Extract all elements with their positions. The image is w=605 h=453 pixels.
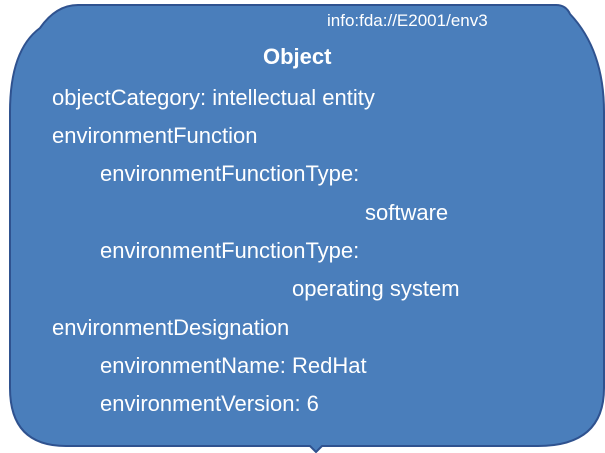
line-function-type-1-label: environmentFunctionType: [100, 161, 360, 186]
object-box-shape [9, 4, 605, 453]
line-environment-name: environmentName: RedHat [100, 353, 367, 378]
line-environment-function: environmentFunction [52, 123, 258, 148]
line-environment-designation: environmentDesignation [52, 315, 290, 340]
object-identifier: info:fda://E2001/env3 [327, 11, 488, 30]
line-function-type-2-label: environmentFunctionType: [100, 238, 360, 263]
line-object-category: objectCategory: intellectual entity [52, 85, 375, 110]
line-function-type-1-value: software [365, 200, 449, 225]
line-function-type-2-value: operating system [292, 276, 460, 301]
line-environment-version: environmentVersion: 6 [100, 391, 319, 416]
object-title: Object [263, 44, 332, 69]
object-diagram: info:fda://E2001/env3 Object objectCateg… [0, 0, 605, 453]
